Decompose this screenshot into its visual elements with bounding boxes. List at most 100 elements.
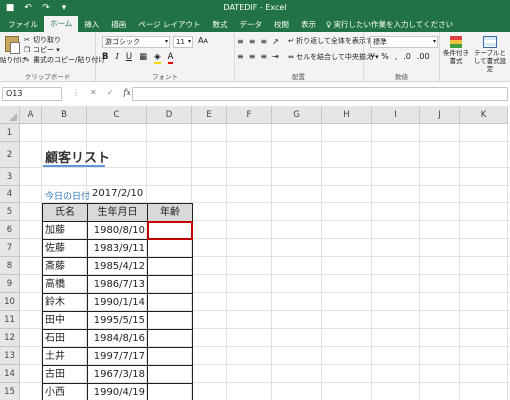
font-name-select[interactable]: 游ゴシック ▾	[102, 36, 170, 48]
table-header-cell[interactable]: 年齢	[147, 203, 193, 222]
column-header-b[interactable]: B	[42, 106, 87, 124]
row-header-2[interactable]: 2	[0, 142, 20, 168]
table-cell[interactable]	[147, 311, 193, 330]
comma-icon[interactable]: ,	[395, 52, 398, 61]
table-cell[interactable]: 1967/3/18	[87, 365, 148, 384]
table-cell[interactable]	[147, 293, 193, 312]
cut-button[interactable]: ✂ 切り取り	[24, 35, 105, 45]
select-all-button[interactable]	[0, 106, 20, 124]
format-as-table-button[interactable]: テーブルとして書式設定	[472, 36, 508, 73]
table-cell[interactable]	[147, 275, 193, 294]
row-header-9[interactable]: 9	[0, 275, 20, 293]
table-cell[interactable]: 小西	[42, 383, 88, 400]
table-cell[interactable]: 古田	[42, 365, 88, 384]
row-header-4[interactable]: 4	[0, 186, 20, 203]
align-bottom-icon[interactable]: ≡	[260, 37, 267, 46]
table-cell[interactable]: 田中	[42, 311, 88, 330]
tab-draw[interactable]: 描画	[105, 17, 132, 32]
table-cell[interactable]: 佐藤	[42, 239, 88, 258]
indent-icon[interactable]: ⇥	[272, 52, 279, 61]
row-header-11[interactable]: 11	[0, 311, 20, 329]
orientation-icon[interactable]: ↗	[272, 37, 279, 46]
table-cell[interactable]: 1985/4/12	[87, 257, 148, 276]
align-top-icon[interactable]: ≡	[237, 37, 244, 46]
paste-button[interactable]: 貼り付け	[0, 54, 26, 64]
tab-file[interactable]: ファイル	[2, 17, 44, 32]
align-left-icon[interactable]: ≡	[237, 52, 244, 61]
enter-icon[interactable]: ✓	[107, 88, 114, 97]
column-header-g[interactable]: G	[272, 106, 322, 124]
column-header-i[interactable]: I	[372, 106, 420, 124]
table-cell[interactable]: 1986/7/13	[87, 275, 148, 294]
row-header-13[interactable]: 13	[0, 347, 20, 365]
row-header-15[interactable]: 15	[0, 383, 20, 400]
table-cell[interactable]: 鈴木	[42, 293, 88, 312]
table-cell[interactable]: 1984/8/16	[87, 329, 148, 348]
row-header-6[interactable]: 6	[0, 221, 20, 239]
worksheet-grid[interactable]: A B C D E F G H I J K 1 2 3 4 5 6 7 8 9 10 11 12 13 14 15 顧客リスト 今日の…	[0, 106, 510, 400]
align-center-icon[interactable]: ≡	[249, 52, 256, 61]
row-header-3[interactable]: 3	[0, 168, 20, 186]
table-cell[interactable]: 1995/5/15	[87, 311, 148, 330]
table-cell[interactable]: 1997/7/17	[87, 347, 148, 366]
format-painter-button[interactable]: ✎ 書式のコピー/貼り付け	[24, 55, 105, 65]
column-header-h[interactable]: H	[322, 106, 372, 124]
tab-data[interactable]: データ	[234, 17, 269, 32]
tab-insert[interactable]: 挿入	[78, 17, 105, 32]
table-cell[interactable]: 高橋	[42, 275, 88, 294]
table-cell[interactable]: 1990/1/14	[87, 293, 148, 312]
tab-page-layout[interactable]: ページ レイアウト	[132, 17, 206, 32]
column-header-c[interactable]: C	[87, 106, 147, 124]
bold-icon[interactable]: B	[102, 52, 108, 64]
font-size-select[interactable]: 11 ▾	[173, 36, 193, 48]
row-header-7[interactable]: 7	[0, 239, 20, 257]
row-header-5[interactable]: 5	[0, 203, 20, 221]
table-cell[interactable]: 1980/8/10	[87, 221, 148, 240]
column-header-d[interactable]: D	[147, 106, 192, 124]
increase-decimal-icon[interactable]: .0	[403, 52, 411, 61]
decrease-decimal-icon[interactable]: .00	[417, 52, 430, 61]
tell-me-box[interactable]: ♀ 実行したい作業を入力してください	[326, 17, 453, 32]
column-header-k[interactable]: K	[460, 106, 508, 124]
percent-icon[interactable]: %	[381, 52, 389, 61]
formula-input[interactable]	[132, 87, 508, 101]
decrease-font-icon[interactable]: A	[203, 37, 207, 45]
row-header-8[interactable]: 8	[0, 257, 20, 275]
row-header-10[interactable]: 10	[0, 293, 20, 311]
column-header-j[interactable]: J	[420, 106, 460, 124]
table-cell[interactable]: 斎藤	[42, 257, 88, 276]
fill-color-icon[interactable]: ◈	[154, 52, 161, 64]
insert-function-icon[interactable]: fx	[123, 88, 130, 97]
table-cell[interactable]	[147, 365, 193, 384]
paste-icon[interactable]	[5, 36, 20, 54]
italic-icon[interactable]: I	[115, 52, 118, 64]
table-cell[interactable]	[147, 239, 193, 258]
row-header-14[interactable]: 14	[0, 365, 20, 383]
table-cell[interactable]: 1990/4/19	[87, 383, 148, 400]
number-format-select[interactable]: 標準 ▾	[370, 36, 438, 48]
table-cell[interactable]	[147, 383, 193, 400]
name-box[interactable]: O13	[2, 87, 62, 101]
conditional-formatting-button[interactable]: 条件付き書式	[442, 36, 470, 65]
tab-formulas[interactable]: 数式	[207, 17, 234, 32]
tab-view[interactable]: 表示	[295, 17, 322, 32]
tab-home[interactable]: ホーム	[44, 16, 79, 32]
selected-cell-d6[interactable]	[147, 221, 193, 240]
table-cell[interactable]: 土井	[42, 347, 88, 366]
column-header-e[interactable]: E	[192, 106, 227, 124]
tab-review[interactable]: 校閲	[268, 17, 295, 32]
font-color-icon[interactable]: A	[167, 52, 174, 64]
table-cell[interactable]	[147, 329, 193, 348]
table-cell[interactable]: 加藤	[42, 221, 88, 240]
row-header-12[interactable]: 12	[0, 329, 20, 347]
table-cell[interactable]: 石田	[42, 329, 88, 348]
table-cell[interactable]: 1983/9/11	[87, 239, 148, 258]
row-header-1[interactable]: 1	[0, 124, 20, 142]
table-cell[interactable]	[147, 257, 193, 276]
underline-icon[interactable]: U	[126, 52, 132, 64]
align-middle-icon[interactable]: ≡	[249, 37, 256, 46]
table-header-cell[interactable]: 生年月日	[87, 203, 148, 222]
column-header-a[interactable]: A	[20, 106, 42, 124]
table-cell[interactable]	[147, 347, 193, 366]
column-header-f[interactable]: F	[227, 106, 272, 124]
